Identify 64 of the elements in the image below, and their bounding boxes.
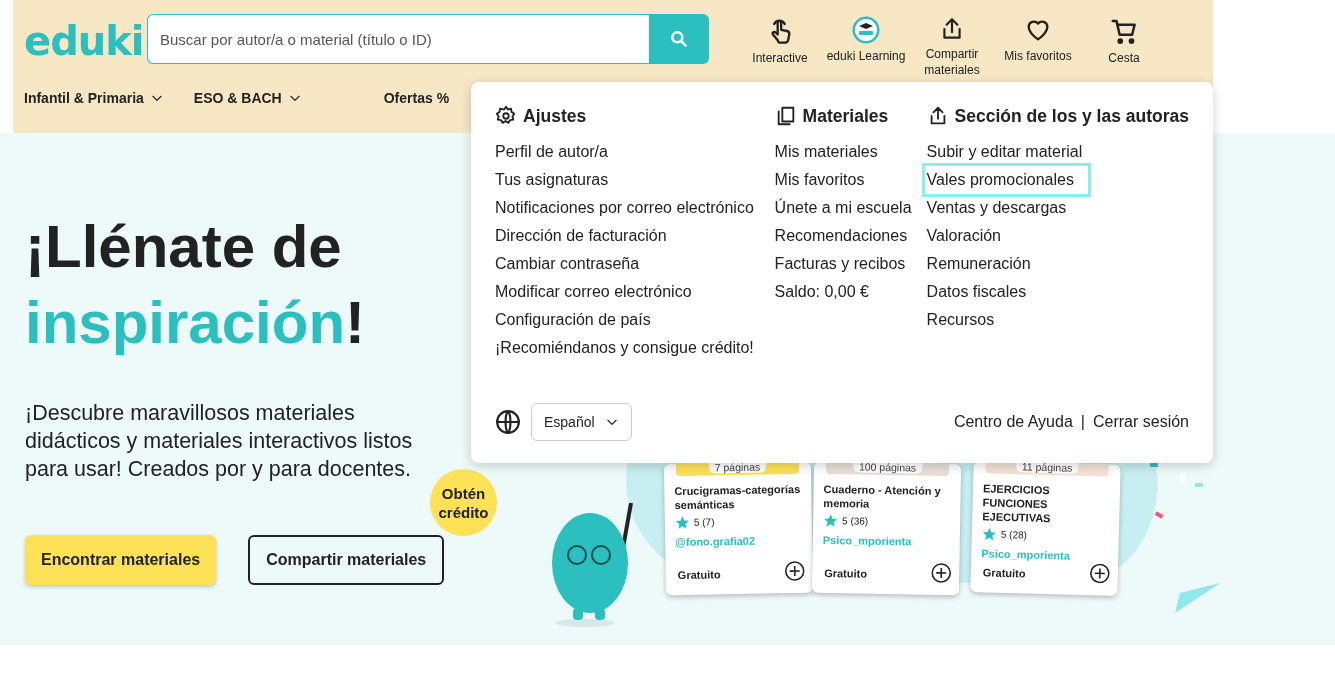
menu-link[interactable]: Ventas y descargas <box>926 194 1067 222</box>
card-title: EJERCICIOS FUNCIONES EJECUTIVAS <box>982 481 1052 527</box>
rating: 5 (36) <box>842 515 869 527</box>
price: Gratuito <box>677 568 721 582</box>
material-card[interactable]: 11 páginas EJERCICIOS FUNCIONES EJECUTIVAS 5 (28) Psico_mporienta Gratuito <box>970 461 1121 596</box>
menu-link[interactable]: Notificaciones por correo electrónico <box>495 194 754 222</box>
menu-link[interactable]: Remuneración <box>926 250 1031 278</box>
add-icon[interactable] <box>1089 563 1111 584</box>
menu-link[interactable]: Mis favoritos <box>774 166 865 194</box>
menu-link[interactable]: Datos fiscales <box>926 278 1027 306</box>
gear-icon <box>495 105 517 127</box>
menu-link[interactable]: Saldo: 0,00 € <box>774 278 869 306</box>
menu-link[interactable]: Facturas y recibos <box>774 250 906 278</box>
menu-link[interactable]: Valoración <box>926 222 1001 250</box>
star-icon <box>823 512 839 529</box>
help-link[interactable]: Centro de Ayuda <box>953 413 1073 431</box>
header-action-button[interactable]: Compartir materiales <box>909 16 995 78</box>
menu-heading: Materiales <box>802 105 889 127</box>
star-icon <box>674 514 690 531</box>
search-icon <box>669 29 689 49</box>
globe-icon <box>495 409 521 435</box>
logout-link[interactable]: Cerrar sesión <box>1092 413 1189 431</box>
price: Gratuito <box>982 566 1026 580</box>
find-materials-button[interactable]: Encontrar materiales <box>25 535 217 585</box>
learning-logo-icon <box>852 16 880 44</box>
hero-subtitle: ¡Descubre maravillosos materiales didácticos y materiales interactivos listos para usar! Creados por y para docentes. <box>25 400 414 483</box>
menu-link[interactable]: Recursos <box>926 306 995 334</box>
menu-link[interactable]: Recomendaciones <box>774 222 908 250</box>
price: Gratuito <box>824 566 868 580</box>
rating: 5 (28) <box>1000 528 1028 541</box>
header-action-button[interactable]: Cesta <box>1081 16 1167 78</box>
credit-badge: Obtén crédito <box>430 469 497 536</box>
menu-link[interactable]: Dirección de facturación <box>495 222 667 250</box>
nav-menu-item[interactable]: Ofertas % <box>383 90 450 106</box>
nav-menu-item[interactable]: Infantil & Primaria <box>24 90 164 106</box>
menu-link[interactable]: ¡Recomiéndanos y consigue crédito! <box>495 334 754 362</box>
material-card[interactable]: 100 páginas Cuaderno - Atención y memoria 5 (36) Psico_mporienta Gratuito <box>811 461 962 596</box>
menu-link[interactable]: Mis materiales <box>774 138 878 166</box>
rating: 5 (7) <box>693 516 715 528</box>
star-icon <box>981 526 998 542</box>
link-separator: | <box>1080 413 1085 431</box>
language-select[interactable]: Español <box>531 403 632 441</box>
share-materials-button[interactable]: Compartir materiales <box>248 535 445 585</box>
menu-link[interactable]: Vales promocionales <box>924 166 1088 194</box>
header-action-button[interactable]: eduki Learning <box>823 16 909 78</box>
menu-heading: Sección de los y las autoras <box>954 105 1189 127</box>
header-action-button[interactable]: Mis favoritos <box>995 16 1081 78</box>
add-icon[interactable] <box>784 560 805 582</box>
material-card[interactable]: 7 páginas Crucigramas-categorías semánticas 5 (7) @fono.grafia02 Gratuito <box>663 461 814 596</box>
menu-link[interactable]: Modificar correo electrónico <box>495 278 692 306</box>
hero-title: ¡Llénate de inspiración! <box>25 212 367 358</box>
header-action-button[interactable]: Interactive <box>737 16 823 78</box>
menu-link[interactable]: Únete a mi escuela <box>774 194 912 222</box>
menu-link[interactable]: Configuración de país <box>495 306 651 334</box>
search-field[interactable]: Buscar por autor/a o material (título o ID) <box>147 14 649 64</box>
menu-heading: Ajustes <box>523 105 587 127</box>
menu-link[interactable]: Cambiar contraseña <box>495 250 640 278</box>
menu-link[interactable]: Tus asignaturas <box>495 166 609 194</box>
nav-menu-item[interactable]: ESO & BACH <box>193 90 302 106</box>
card-title: Cuaderno - Atención y memoria <box>823 481 942 512</box>
card-title: Crucigramas-categorías semánticas <box>674 481 802 513</box>
menu-link[interactable]: Perfil de autor/a <box>495 138 608 166</box>
add-icon[interactable] <box>931 562 952 584</box>
menu-link[interactable]: Subir y editar material <box>926 138 1083 166</box>
